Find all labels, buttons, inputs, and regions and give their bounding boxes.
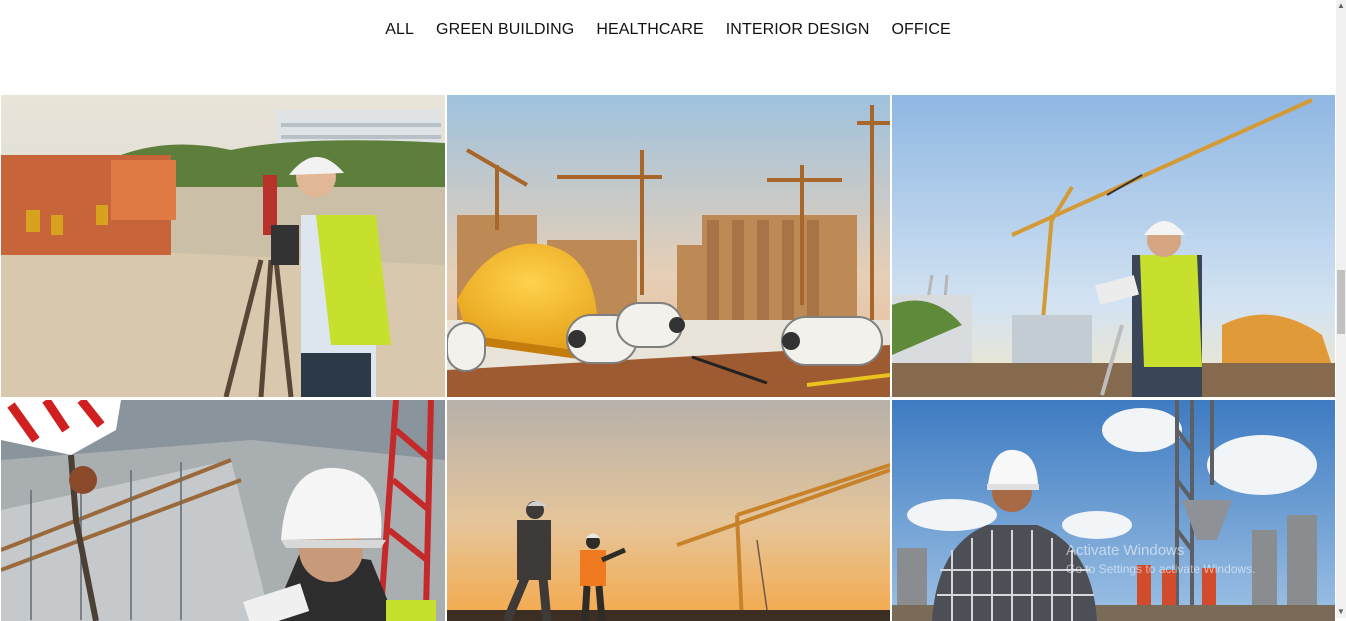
gallery-item-hardhat-blueprints[interactable] [447,95,890,397]
portfolio-filter-nav: ALL GREEN BUILDING HEALTHCARE INTERIOR D… [0,18,1336,42]
filter-interior-design[interactable]: INTERIOR DESIGN [715,21,881,39]
worker-overlooking-site-image [1,400,445,621]
portfolio-gallery [1,95,1335,621]
gallery-item-sunset-crane[interactable] [447,400,890,621]
gallery-item-engineer-tablet[interactable] [892,95,1335,397]
filter-green-building[interactable]: GREEN BUILDING [425,21,585,39]
engineer-tablet-image [892,95,1335,397]
gallery-item-worker-overlooking-site[interactable] [1,400,445,621]
scrollbar-thumb[interactable] [1337,270,1345,334]
filter-office[interactable]: OFFICE [880,21,961,39]
surveyor-image [1,95,445,397]
gallery-item-surveyor[interactable] [1,95,445,397]
page-scrollbar[interactable]: ▲ ▼ [1336,0,1346,618]
sunset-crane-image [447,400,890,621]
filter-healthcare[interactable]: HEALTHCARE [585,21,714,39]
scroll-down-arrow-icon[interactable]: ▼ [1336,606,1346,618]
filter-all[interactable]: ALL [374,21,425,39]
engineer-tower-crane-image [892,400,1335,621]
gallery-item-engineer-tower-crane[interactable] [892,400,1335,621]
scroll-up-arrow-icon[interactable]: ▲ [1336,0,1346,12]
hardhat-blueprints-image [447,95,890,397]
